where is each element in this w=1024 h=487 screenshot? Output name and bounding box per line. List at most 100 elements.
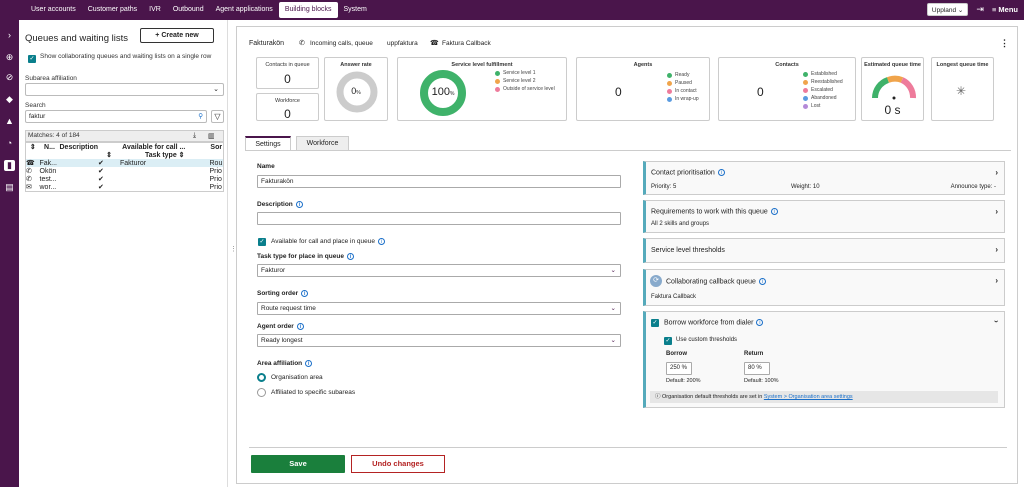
prio-value: Priority: 5 — [651, 184, 677, 190]
col-task-type[interactable]: Task type ⇕ — [120, 151, 209, 159]
slt-title: Service level thresholds — [651, 247, 725, 254]
col-sort[interactable]: Sor — [210, 143, 224, 152]
sorting-order-select[interactable]: Route request time ⌄ — [257, 302, 621, 315]
tab-workforce[interactable]: Workforce — [296, 136, 349, 150]
row-name: Fak... — [39, 159, 60, 167]
route-icon[interactable]: ⊘ — [4, 72, 15, 83]
download-icon[interactable]: ⤓ — [193, 132, 196, 140]
legend-abandoned: Abandoned — [803, 94, 843, 102]
undo-changes-button[interactable]: Undo changes — [351, 455, 445, 473]
menu-button[interactable]: ≡ Menu — [992, 5, 1018, 14]
add-circle-icon[interactable]: ⊕ — [4, 52, 15, 63]
tab-system[interactable]: System — [338, 2, 373, 18]
tab-customer-paths[interactable]: Customer paths — [82, 2, 143, 18]
task-type-select[interactable]: Fakturor ⌄ — [257, 264, 621, 277]
tab-user-accounts[interactable]: User accounts — [25, 2, 82, 18]
legend-outside: Outside of service level — [495, 85, 555, 93]
chevron-down-icon[interactable]: › — [992, 320, 1001, 323]
expand-icon[interactable]: › — [4, 30, 15, 41]
school-icon[interactable]: ▲ — [4, 116, 15, 127]
answer-rate-card: Answer rate 0% — [324, 57, 388, 121]
info-icon: i — [296, 323, 304, 330]
col-available-sort[interactable]: ⇕ — [98, 151, 120, 159]
name-input[interactable]: Fakturakön — [257, 175, 621, 188]
ar-label: Answer rate — [340, 62, 372, 68]
columns-icon[interactable]: ▥ — [208, 132, 215, 140]
collab-callback-card[interactable]: ⟳ Collaborating callback queue i › Faktur… — [643, 269, 1005, 306]
callback-icon: ☎ — [430, 40, 439, 47]
custom-thresholds-checkbox[interactable]: ✓ — [664, 337, 672, 345]
search-value: faktur — [29, 113, 46, 120]
contacts-value: 0 — [757, 85, 764, 99]
agent-order-select[interactable]: Ready longest ⌄ — [257, 334, 621, 347]
spinner-icon: ✳ — [956, 84, 967, 98]
contacts-label: Contacts — [775, 62, 799, 68]
tab-settings[interactable]: Settings — [245, 136, 291, 150]
borrow-checkbox[interactable]: ✓ — [651, 319, 659, 327]
phone-icon: ✆ — [299, 40, 305, 47]
search-label: Search — [25, 102, 46, 109]
panel-title: Queues and waiting lists — [25, 33, 128, 44]
contact-prioritisation-card[interactable]: Contact prioritisation i › Priority: 5 We… — [643, 161, 1005, 195]
queue-list-panel: Queues and waiting lists + Create new ✓ … — [19, 20, 228, 487]
borrow-input[interactable]: 250 % — [666, 362, 692, 375]
show-collab-checkbox[interactable]: ✓ — [28, 55, 36, 63]
board-icon[interactable]: ▮ — [4, 160, 15, 171]
announce-value: Announce type: - — [950, 184, 996, 190]
table-row[interactable]: ☎ Fak... ✔ Fakturor Rou — [25, 159, 224, 167]
chevron-down-icon: ⌄ — [610, 337, 616, 344]
queue-table: ⇕ N... Description Available for call ..… — [25, 142, 224, 192]
borrow-title: Borrow workforce from dialer i — [664, 319, 764, 326]
org-settings-link[interactable]: System > Organisation area settings — [764, 394, 853, 400]
phone-icon: ✆ — [26, 176, 32, 183]
search-input[interactable]: faktur ⚲ — [25, 110, 207, 123]
table-row[interactable]: ✉ wor... ✔ Prio — [26, 183, 224, 192]
cq-label: Contacts in queue — [265, 62, 310, 68]
mail-icon: ✉ — [26, 184, 32, 191]
available-checkbox[interactable]: ✓ — [258, 238, 266, 246]
borrow-workforce-card: ✓ Borrow workforce from dialer i › ✓ Use … — [643, 311, 1005, 408]
subarea-select[interactable]: ⌄ — [25, 83, 224, 96]
table-row[interactable]: ✆ test... ✔ Prio — [26, 175, 224, 184]
tab-agent-applications[interactable]: Agent applications — [210, 2, 279, 18]
return-input[interactable]: 80 % — [744, 362, 770, 375]
create-new-label: Create new — [161, 32, 199, 39]
phone-icon: ✆ — [26, 168, 32, 175]
tag-icon[interactable]: ◆ — [4, 94, 15, 105]
more-icon[interactable]: ⋮ — [1000, 38, 1009, 49]
search-icon[interactable]: ⚲ — [198, 112, 203, 120]
description-input[interactable] — [257, 212, 621, 225]
filter-icon[interactable]: ▽ — [211, 110, 224, 123]
gauge-icon[interactable]: ◔ — [4, 138, 15, 149]
radio-subareas[interactable] — [257, 388, 266, 397]
logout-icon[interactable]: ⇥ — [976, 4, 984, 15]
legend-wrap-up: In wrap-up — [667, 95, 699, 103]
col-name[interactable]: N... — [40, 143, 60, 152]
table-row[interactable]: ✆ Okön ✔ Prio — [26, 167, 224, 176]
service-level-thresholds-card[interactable]: Service level thresholds › — [643, 238, 1005, 263]
create-new-button[interactable]: + Create new — [140, 28, 214, 43]
agents-card: Agents 0 Ready Paused In contact In wrap… — [576, 57, 710, 121]
legend-lost: Lost — [803, 102, 843, 110]
save-button[interactable]: Save — [251, 455, 345, 473]
chevron-down-icon: ⌄ — [610, 267, 616, 274]
tab-outbound[interactable]: Outbound — [167, 2, 210, 18]
unit-select[interactable]: Uppland ⌄ — [926, 3, 969, 16]
return-label: Return — [744, 351, 764, 357]
requirements-card[interactable]: Requirements to work with this queue i › … — [643, 200, 1005, 233]
callback-queue-icon: ☎ — [25, 159, 40, 167]
chevron-right-icon: › — [995, 245, 998, 254]
row-task — [120, 183, 209, 192]
tab-building-blocks[interactable]: Building blocks — [278, 2, 338, 18]
unit-value: Uppland — [931, 7, 957, 14]
tab-ivr[interactable]: IVR — [143, 2, 167, 18]
col-available[interactable]: Available for call ... — [98, 143, 209, 152]
col-type[interactable]: ⇕ — [26, 143, 40, 151]
col-description[interactable]: Description — [60, 143, 99, 152]
req-title: Requirements to work with this queue i — [651, 208, 778, 215]
legend-escalated: Escalated — [803, 86, 843, 94]
slf-value: 100% — [431, 86, 455, 98]
report-icon[interactable]: ▤ — [4, 182, 15, 193]
radio-org-area[interactable] — [257, 373, 266, 382]
info-icon: i — [377, 238, 385, 245]
